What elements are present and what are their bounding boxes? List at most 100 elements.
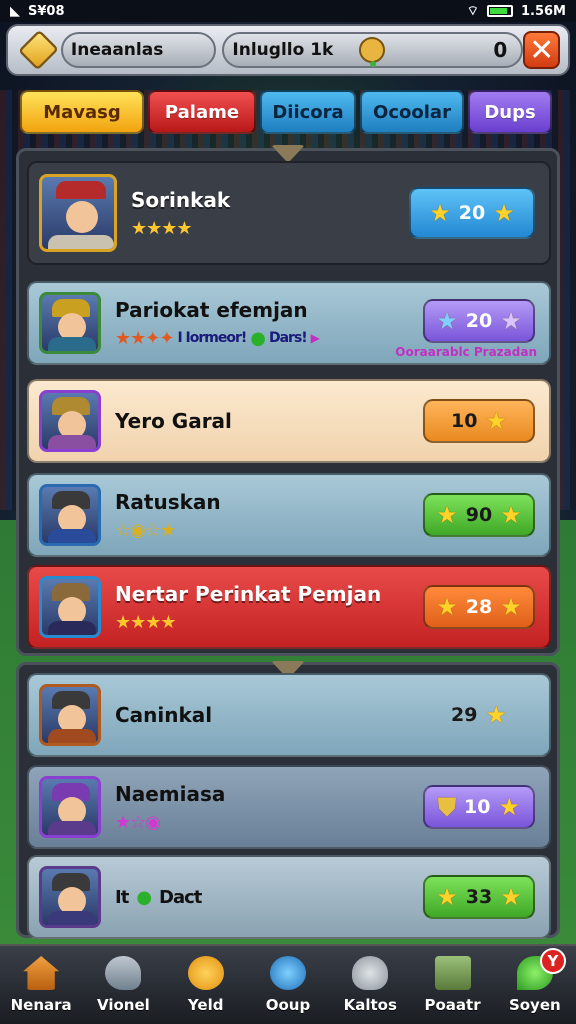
list-item[interactable]: Naemiasa ★☆◉ ⛊ 10 ★: [27, 765, 551, 849]
gem-icon: [18, 29, 59, 71]
gem-green-icon: ●: [136, 886, 152, 908]
featured-name: Sorinkak: [131, 187, 231, 212]
reward-button[interactable]: ★ 90 ★: [423, 493, 535, 537]
list-item-note: Ooraarablc Prazadan: [395, 345, 537, 359]
star-icon: ★: [500, 307, 522, 335]
notification-badge: Y: [539, 948, 566, 974]
list-item-name: Pariokat efemjan: [115, 297, 308, 322]
player-label: Ineaanlas: [70, 40, 164, 60]
signal-icon: ◣: [10, 3, 20, 19]
star-icon: ★: [498, 793, 520, 821]
list-item[interactable]: Nertar Perinkat Pemjan ★★★★ ★ 28 ★: [27, 565, 551, 649]
top-bar: Ineaanlas Inlugllo 1k 0 ✕: [6, 24, 570, 76]
tab-dups[interactable]: Dups: [468, 90, 552, 134]
nav-label: Soyen: [508, 996, 561, 1014]
shield-icon: ⛊: [438, 793, 457, 821]
featured-reward-value: 20: [458, 202, 486, 224]
tab-bar: Mavasg Palame Diicora Ocoolar Dups: [20, 90, 560, 136]
bottom-nav: Nenara Vionel Yeld Ooup Kaltos Poaatr So…: [0, 944, 576, 1024]
nav-label: Yeld: [187, 996, 224, 1014]
list-item-stars: ★★★★: [115, 611, 177, 633]
status-bar: ◣ S¥08 ⌔ 1.56M: [0, 0, 576, 22]
avatar: [39, 292, 101, 354]
featured-reward-button[interactable]: ★ 20 ★: [409, 187, 535, 239]
featured-stars: ★★★★: [131, 217, 193, 239]
list-item-stars: ★★✦✦ I Iormeor! ● Dars! ▶: [115, 327, 320, 349]
status-right-text: 1.56M: [520, 3, 566, 19]
reward-button[interactable]: ★ 28 ★: [423, 585, 535, 629]
reward-button[interactable]: 10 ★: [423, 399, 535, 443]
list-item-name: It ● Dact: [115, 886, 202, 908]
nav-label: Vionel: [97, 996, 150, 1014]
list-item[interactable]: Ratuskan ☆◉☆★ ★ 90 ★: [27, 473, 551, 557]
star-icon: ★: [500, 501, 522, 529]
status-left-text: S¥08: [28, 3, 65, 19]
list-item-name: Nertar Perinkat Pemjan: [115, 581, 382, 606]
battery-icon: [486, 5, 513, 17]
currency-pill[interactable]: Inlugllo 1k 0: [222, 32, 524, 68]
cup-icon: [269, 956, 306, 990]
avatar: [39, 484, 101, 546]
list-item-stars: ★☆◉: [115, 811, 161, 833]
secondary-panel: Caninkal 29 ★ Naemiasa ★☆◉ ⛊ 10 ★ It ● Dact ★…: [16, 661, 560, 939]
avatar: [39, 866, 101, 928]
avatar: [39, 576, 101, 638]
tab-mavasg[interactable]: Mavasg: [20, 90, 144, 134]
star-icon: ★: [485, 701, 507, 729]
star-icon: ★: [436, 307, 458, 335]
list-item-name: Ratuskan: [115, 489, 221, 514]
nav-item-ooup[interactable]: Ooup: [247, 946, 329, 1024]
list-item-name: Caninkal: [115, 703, 213, 727]
chest-icon: [434, 956, 471, 990]
reward-button[interactable]: 29 ★: [423, 693, 535, 737]
house-icon: [23, 956, 60, 990]
nav-label: Ooup: [265, 996, 311, 1014]
gem-green-icon: ●: [250, 327, 266, 349]
ranking-panel: ✕ Sorinkak ★★★★ ★20★ Pariokat efemjan ★★…: [16, 145, 560, 656]
star-icon: ★: [485, 407, 507, 435]
face-icon: [187, 956, 224, 990]
list-item[interactable]: It ● Dact ★ 33 ★: [27, 855, 551, 939]
wifi-icon: ⌔: [466, 4, 479, 19]
reward-button[interactable]: ★ 20 ★: [423, 299, 535, 343]
avatar: [39, 684, 101, 746]
skull-icon: [352, 956, 389, 990]
coin-face-icon: [359, 37, 386, 67]
star-icon: ★: [500, 593, 522, 621]
star-icon: ★: [500, 883, 522, 911]
nav-label: Kaltos: [343, 996, 397, 1014]
tab-diicora[interactable]: Diicora: [260, 90, 356, 134]
tab-palame[interactable]: Palame: [148, 90, 256, 134]
nav-label: Nenara: [10, 996, 72, 1014]
star-icon: ★: [436, 593, 458, 621]
nav-item-soyen[interactable]: Soyen Y: [494, 946, 576, 1024]
featured-card[interactable]: Sorinkak ★★★★ ★ 20 ★: [27, 161, 551, 265]
nav-item-nenara[interactable]: Nenara: [0, 946, 82, 1024]
list-item-stars: ☆◉☆★: [115, 519, 176, 541]
list-item-name: Naemiasa: [115, 781, 226, 806]
whistle-icon: [105, 956, 142, 990]
list-item[interactable]: Caninkal 29 ★: [27, 673, 551, 757]
player-pill[interactable]: Ineaanlas: [60, 32, 217, 68]
nav-label: Poaatr: [424, 996, 481, 1014]
reward-button[interactable]: ★ 33 ★: [423, 875, 535, 919]
avatar: [39, 390, 101, 452]
close-button[interactable]: ✕: [523, 31, 560, 69]
middle-label: Inlugllo 1k: [232, 40, 334, 60]
list-item-name: Yero Garal: [115, 409, 232, 433]
nav-item-yeld[interactable]: Yeld: [165, 946, 247, 1024]
star-icon: ★: [436, 883, 458, 911]
star-icon: ★: [429, 199, 451, 227]
avatar: [39, 776, 101, 838]
list-item[interactable]: Yero Garal 10 ★: [27, 379, 551, 463]
star-icon: ★: [436, 501, 458, 529]
nav-item-vionel[interactable]: Vionel: [82, 946, 164, 1024]
list-item[interactable]: Pariokat efemjan ★★✦✦ I Iormeor! ● Dars! ▶ ★…: [27, 281, 551, 365]
reward-button[interactable]: ⛊ 10 ★: [423, 785, 535, 829]
tab-ocoolar[interactable]: Ocoolar: [360, 90, 464, 134]
avatar: [39, 174, 117, 252]
counter-value: 0: [493, 38, 508, 62]
nav-item-kaltos[interactable]: Kaltos: [329, 946, 411, 1024]
nav-item-poaatr[interactable]: Poaatr: [411, 946, 493, 1024]
star-icon: ★: [493, 199, 515, 227]
